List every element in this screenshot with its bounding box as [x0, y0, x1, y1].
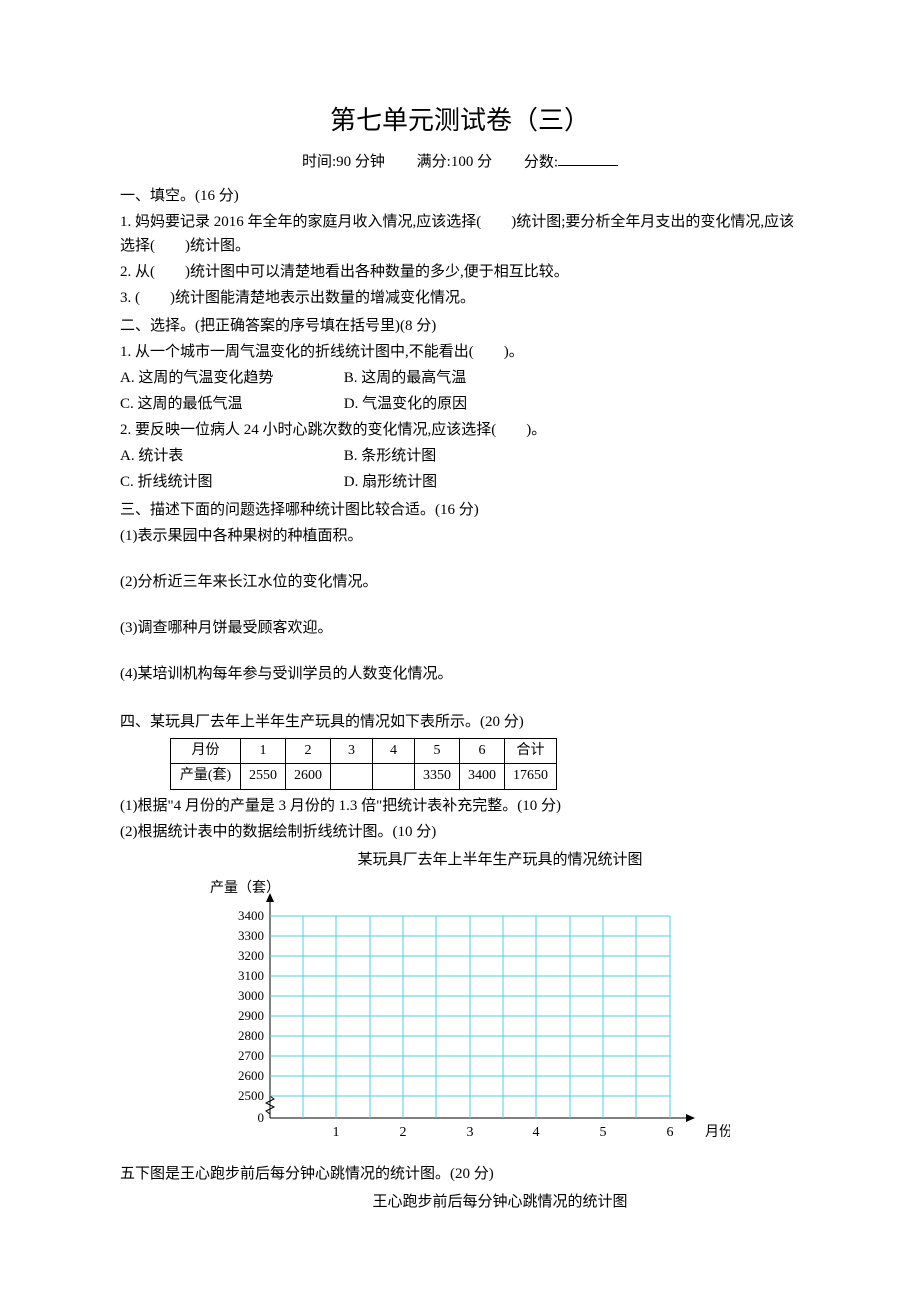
- x-tick: 2: [400, 1125, 407, 1140]
- s2-q2-a: A. 统计表: [120, 444, 340, 468]
- s2-q1-b: B. 这周的最高气温: [344, 366, 467, 390]
- s4-sub2: (2)根据统计表中的数据绘制折线统计图。(10 分): [120, 820, 800, 844]
- s2-q2: 2. 要反映一位病人 24 小时心跳次数的变化情况,应该选择( )。: [120, 418, 800, 442]
- chart-title: 某玩具厂去年上半年生产玩具的情况统计图: [200, 848, 800, 872]
- table-header: 5: [415, 739, 460, 764]
- x-ticks: 1 2 3 4 5 6: [333, 1125, 674, 1140]
- table-cell[interactable]: [331, 764, 373, 789]
- s4-sub1: (1)根据"4 月份的产量是 3 月份的 1.3 倍"把统计表补充完整。(10 …: [120, 794, 800, 818]
- y-tick: 2800: [238, 1028, 264, 1043]
- y-tick: 3200: [238, 948, 264, 963]
- spacer: [120, 550, 800, 568]
- y-tick: 0: [258, 1110, 265, 1125]
- s2-q2-c: C. 折线统计图: [120, 470, 340, 494]
- table-row: 产量(套) 2550 2600 3350 3400 17650: [171, 764, 557, 789]
- x-tick: 1: [333, 1125, 340, 1140]
- y-tick: 3000: [238, 988, 264, 1003]
- s2-q1-options-1: A. 这周的气温变化趋势 B. 这周的最高气温: [120, 366, 800, 390]
- meta-score-label: 分数:: [524, 154, 558, 170]
- meta-line: 时间:90 分钟 满分:100 分 分数:: [120, 150, 800, 175]
- table-cell: 2550: [241, 764, 286, 789]
- s2-q1: 1. 从一个城市一周气温变化的折线统计图中,不能看出( )。: [120, 340, 800, 364]
- s2-q2-options-1: A. 统计表 B. 条形统计图: [120, 444, 800, 468]
- chart5-title: 王心跑步前后每分钟心跳情况的统计图: [200, 1190, 800, 1214]
- grid-vertical: [303, 916, 670, 1118]
- s2-q1-d: D. 气温变化的原因: [344, 392, 467, 416]
- table-header: 4: [373, 739, 415, 764]
- x-tick: 4: [533, 1125, 540, 1140]
- section-3-heading: 三、描述下面的问题选择哪种统计图比较合适。(16 分): [120, 498, 800, 522]
- s1-q1: 1. 妈妈要记录 2016 年全年的家庭月收入情况,应该选择( )统计图;要分析…: [120, 210, 800, 258]
- y-axis-label: 产量（套）: [210, 880, 280, 896]
- table-header: 2: [286, 739, 331, 764]
- s2-q1-c: C. 这周的最低气温: [120, 392, 340, 416]
- table-header-row: 月份 1 2 3 4 5 6 合计: [171, 739, 557, 764]
- table-cell: 2600: [286, 764, 331, 789]
- y-tick: 2500: [238, 1088, 264, 1103]
- s1-q3: 3. ( )统计图能清楚地表示出数量的增减变化情况。: [120, 286, 800, 310]
- production-table: 月份 1 2 3 4 5 6 合计 产量(套) 2550 2600 3350 3…: [170, 738, 557, 790]
- s2-q2-d: D. 扇形统计图: [344, 470, 437, 494]
- spacer: [120, 688, 800, 706]
- section-5-heading: 五下图是王心跑步前后每分钟心跳情况的统计图。(20 分): [120, 1162, 800, 1186]
- s3-q2: (2)分析近三年来长江水位的变化情况。: [120, 570, 800, 594]
- meta-time: 时间:90 分钟: [302, 150, 385, 174]
- table-cell: 3400: [460, 764, 505, 789]
- x-tick: 3: [467, 1125, 474, 1140]
- s1-q2: 2. 从( )统计图中可以清楚地看出各种数量的多少,便于相互比较。: [120, 260, 800, 284]
- score-blank[interactable]: [558, 150, 618, 167]
- blank-line-chart: 产量（套）: [200, 878, 800, 1156]
- table-header: 1: [241, 739, 286, 764]
- x-arrow-icon: [686, 1114, 695, 1122]
- s2-q1-a: A. 这周的气温变化趋势: [120, 366, 340, 390]
- table-header: 月份: [171, 739, 241, 764]
- y-tick: 2600: [238, 1068, 264, 1083]
- meta-score: 分数:: [524, 150, 618, 175]
- section-4-heading: 四、某玩具厂去年上半年生产玩具的情况如下表所示。(20 分): [120, 710, 800, 734]
- x-tick: 5: [600, 1125, 607, 1140]
- x-tick: 6: [667, 1125, 674, 1140]
- y-tick: 3400: [238, 908, 264, 923]
- y-tick: 2900: [238, 1008, 264, 1023]
- table-header: 6: [460, 739, 505, 764]
- spacer: [120, 642, 800, 660]
- table-row-label: 产量(套): [171, 764, 241, 789]
- section-2-heading: 二、选择。(把正确答案的序号填在括号里)(8 分): [120, 314, 800, 338]
- x-axis-label: 月份: [705, 1124, 730, 1140]
- s2-q1-options-2: C. 这周的最低气温 D. 气温变化的原因: [120, 392, 800, 416]
- table-header: 3: [331, 739, 373, 764]
- s3-q3: (3)调查哪种月饼最受顾客欢迎。: [120, 616, 800, 640]
- meta-full: 满分:100 分: [417, 150, 492, 174]
- y-tick: 2700: [238, 1048, 264, 1063]
- y-ticks: 0 2500 2600 2700 2800 2900 3000 3100 320…: [238, 908, 264, 1125]
- y-tick: 3100: [238, 968, 264, 983]
- table-cell[interactable]: [373, 764, 415, 789]
- table-header: 合计: [505, 739, 557, 764]
- page-title: 第七单元测试卷（三）: [120, 100, 800, 142]
- section-1-heading: 一、填空。(16 分): [120, 184, 800, 208]
- table-cell: 3350: [415, 764, 460, 789]
- spacer: [120, 596, 800, 614]
- table-cell: 17650: [505, 764, 557, 789]
- s2-q2-options-2: C. 折线统计图 D. 扇形统计图: [120, 470, 800, 494]
- s3-q4: (4)某培训机构每年参与受训学员的人数变化情况。: [120, 662, 800, 686]
- chart-svg: 产量（套）: [200, 878, 730, 1148]
- s2-q2-b: B. 条形统计图: [344, 444, 437, 468]
- chart-axes: [266, 893, 695, 1122]
- y-tick: 3300: [238, 928, 264, 943]
- s3-q1: (1)表示果园中各种果树的种植面积。: [120, 524, 800, 548]
